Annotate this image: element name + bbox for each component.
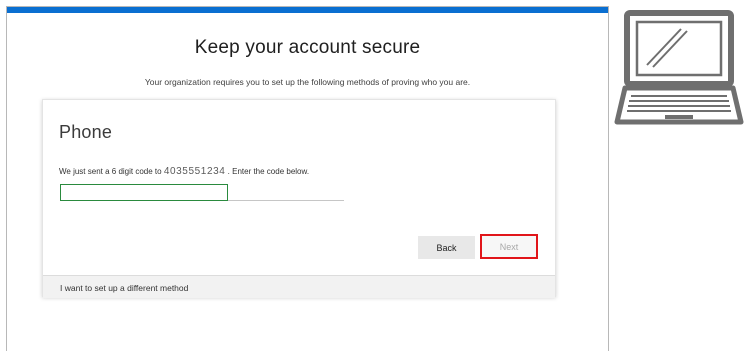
page-title: Keep your account secure — [194, 37, 421, 58]
phone-verification-card: Phone We just sent a 6 digit code to 403… — [42, 99, 556, 298]
laptop-icon — [614, 10, 744, 125]
input-underline — [228, 200, 344, 201]
card-heading: Phone — [59, 122, 113, 142]
card-footer: I want to set up a different method — [43, 275, 555, 298]
instruction-text-after: . Enter the code below. — [227, 167, 310, 176]
setup-window: Keep your account secure Your organizati… — [6, 6, 609, 351]
screen: Keep your account secure Your organizati… — [0, 0, 746, 351]
verification-code-input[interactable] — [60, 184, 228, 201]
next-button[interactable]: Next — [480, 234, 538, 259]
page-subtitle: Your organization requires you to set up… — [144, 77, 471, 87]
back-button[interactable]: Back — [418, 236, 475, 259]
instruction-text-before: We just sent a 6 digit code to — [59, 167, 162, 176]
window-accent-bar — [7, 7, 608, 13]
code-instruction: We just sent a 6 digit code to 403555123… — [59, 166, 309, 177]
phone-number: 4035551234 — [163, 166, 226, 177]
different-method-link[interactable]: I want to set up a different method — [60, 283, 188, 293]
